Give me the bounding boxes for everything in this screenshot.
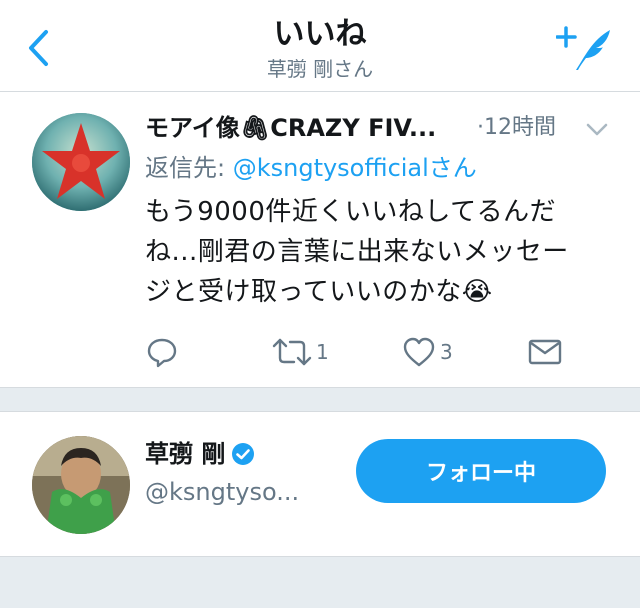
tweet-menu-button[interactable] — [585, 116, 609, 140]
tweet-actions: 1 3 — [0, 330, 640, 374]
avatar-image — [32, 113, 130, 211]
reply-handle-link[interactable]: @ksngtysofficialさん — [233, 154, 477, 182]
tweet-header: モアイ像🖇CRAZY FIV... ·12時間 — [145, 108, 615, 148]
envelope-icon — [528, 339, 562, 365]
tweet-text-line: ね...剛君の言葉に出来ないメッセー — [145, 237, 569, 267]
avatar[interactable] — [32, 436, 130, 534]
compose-tweet-icon — [555, 26, 610, 70]
reply-icon — [147, 338, 177, 368]
heart-icon — [403, 337, 435, 367]
direct-message-button[interactable] — [528, 330, 562, 374]
reply-button[interactable] — [146, 330, 178, 374]
nav-header: いいね 草彅 剛さん — [0, 0, 640, 92]
retweet-icon — [272, 338, 312, 366]
tweet-text-line: ジと受け取っていいのかな😭 — [145, 277, 493, 307]
author-name[interactable]: モアイ像🖇CRAZY FIV... — [145, 114, 436, 142]
like-count: 3 — [440, 340, 453, 364]
likes-screen: いいね 草彅 剛さん モアイ像🖇CRAZY FIV... ·12時間 返信先: … — [0, 0, 640, 608]
following-button[interactable]: フォロー中 — [356, 439, 606, 503]
reply-prefix: 返信先: — [145, 154, 233, 182]
user-name-text: 草彅 剛 — [145, 440, 226, 468]
compose-button[interactable] — [555, 24, 614, 74]
page-subtitle: 草彅 剛さん — [266, 57, 374, 81]
reply-context: 返信先: @ksngtysofficialさん — [145, 150, 477, 186]
user-name: 草彅 剛 — [145, 436, 255, 472]
avatar[interactable] — [32, 113, 130, 211]
tweet-text: もう9000件近くいいねしてるんだ ね...剛君の言葉に出来ないメッセー ジと受… — [145, 192, 625, 312]
chevron-down-icon — [586, 123, 608, 136]
retweet-button[interactable]: 1 — [272, 330, 329, 374]
user-card[interactable]: 草彅 剛 @ksngtyso... フォロー中 — [0, 411, 640, 557]
like-button[interactable]: 3 — [402, 330, 453, 374]
user-handle: @ksngtyso... — [145, 478, 300, 506]
retweet-count: 1 — [316, 340, 329, 364]
tweet-timestamp: ·12時間 — [477, 115, 556, 140]
user-avatar-image — [32, 436, 130, 534]
page-title: いいね — [273, 16, 367, 52]
tweet-text-line: もう9000件近くいいねしてるんだ — [145, 197, 557, 227]
verified-badge-icon — [232, 443, 255, 465]
tweet-item[interactable]: モアイ像🖇CRAZY FIV... ·12時間 返信先: @ksngtysoff… — [0, 92, 640, 388]
